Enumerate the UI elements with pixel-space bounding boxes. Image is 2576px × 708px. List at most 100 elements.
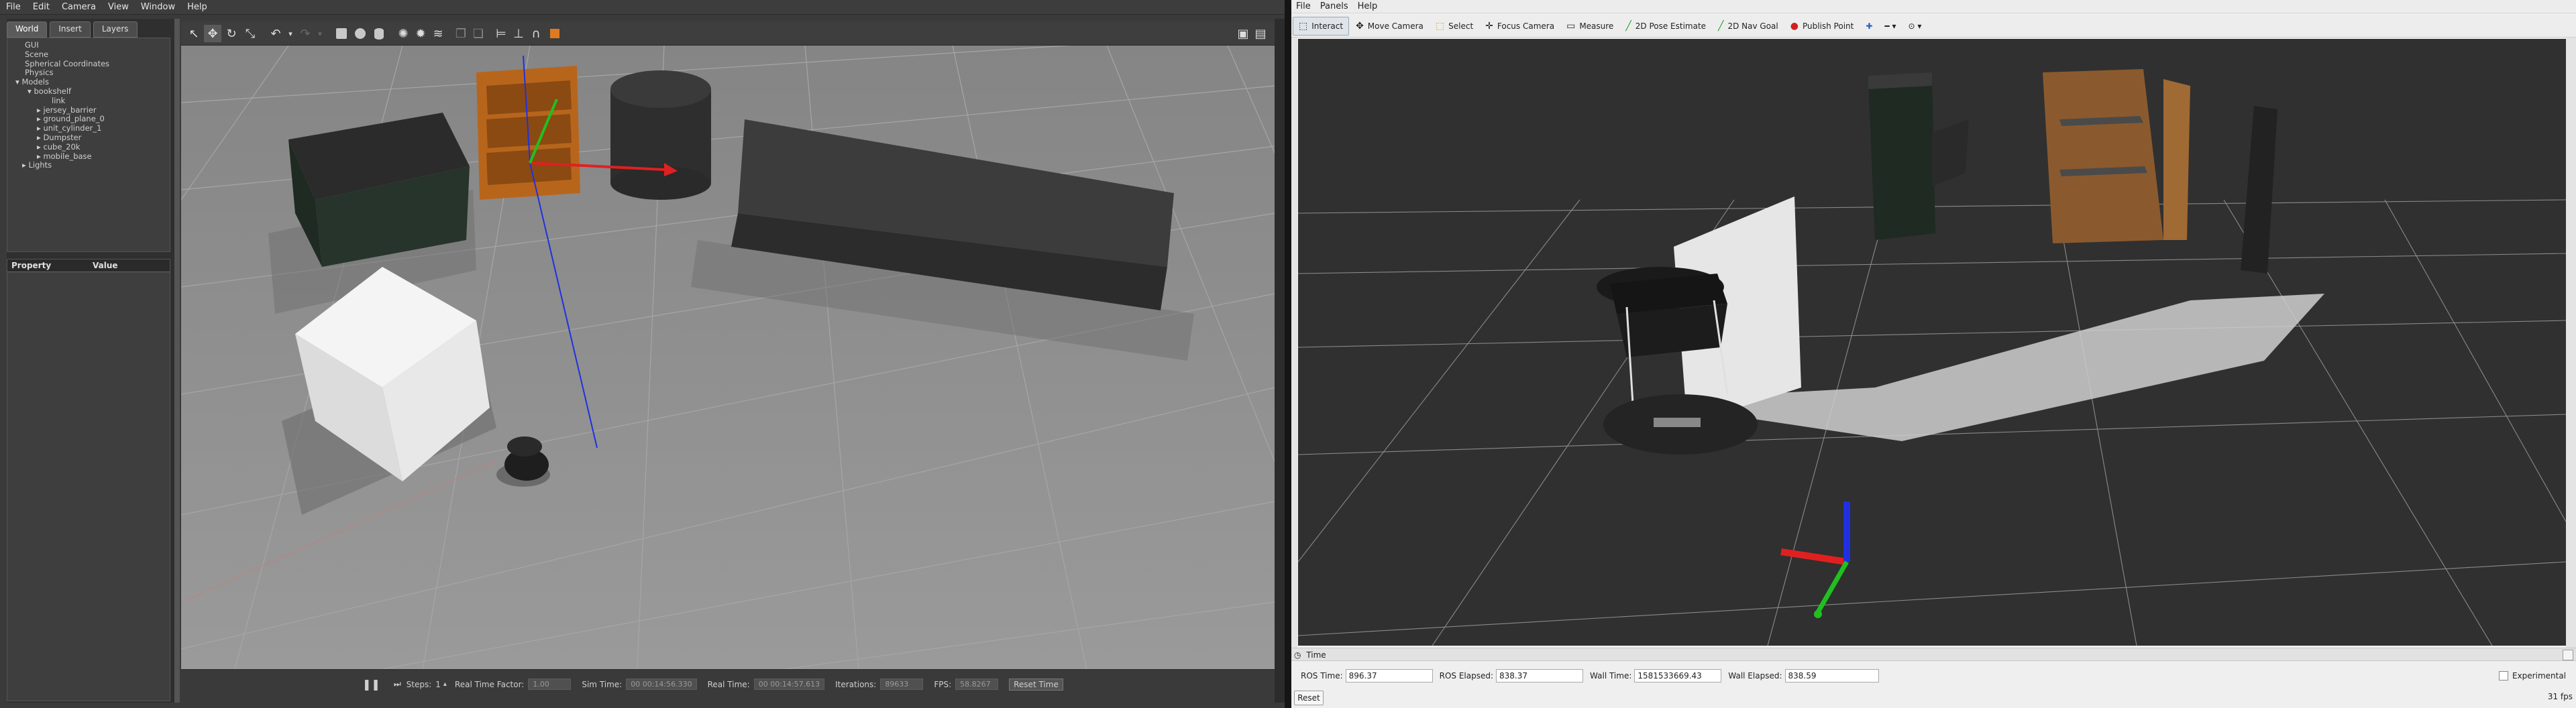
spot-light-icon[interactable]: ✹ — [412, 25, 429, 42]
menu-camera[interactable]: Camera — [56, 2, 102, 12]
tree-item-unit-cylinder[interactable]: ▸ unit_cylinder_1 — [7, 123, 170, 133]
pause-icon[interactable]: ❚❚ — [362, 678, 380, 691]
snap-icon[interactable]: ⊥ — [510, 25, 527, 42]
box-shape-icon[interactable] — [333, 25, 350, 42]
tree-item-link[interactable]: link — [7, 96, 170, 106]
align-icon[interactable]: ⊨ — [492, 25, 510, 42]
cylinder-model[interactable] — [610, 70, 711, 200]
tree-item-bookshelf[interactable]: ▾ bookshelf — [7, 86, 170, 97]
step-icon[interactable]: ⏭ — [394, 679, 401, 689]
menu-file[interactable]: File — [1291, 1, 1316, 11]
menu-edit[interactable]: Edit — [27, 2, 56, 12]
ros-time-field[interactable]: 896.37 — [1345, 669, 1433, 683]
gazebo-right-edge — [1275, 19, 1285, 703]
steps-value[interactable]: 1 — [435, 680, 441, 689]
rtf-value: 1.00 — [528, 678, 572, 690]
time-fields: ROS Time: 896.37 ROS Elapsed: 838.37 Wal… — [1294, 668, 1879, 684]
menu-help[interactable]: Help — [181, 2, 213, 12]
property-panel: Property Value — [7, 259, 170, 701]
translate-mode-icon[interactable]: ✥ — [204, 25, 221, 42]
cylinder-shape-icon[interactable] — [370, 25, 388, 42]
focus-camera-icon: ✛ — [1485, 20, 1493, 32]
experimental-checkbox[interactable]: Experimental — [2499, 669, 2566, 683]
nav-goal-tool[interactable]: ╱ 2D Nav Goal — [1713, 17, 1784, 35]
window-separator — [1285, 0, 1291, 708]
measure-tool[interactable]: ▭ Measure — [1561, 17, 1619, 35]
point-light-icon[interactable]: ✺ — [394, 25, 412, 42]
change-view-icon[interactable] — [546, 25, 564, 42]
ros-elapsed-field[interactable]: 838.37 — [1496, 669, 1584, 683]
tree-item-models[interactable]: ▾ Models — [7, 77, 170, 87]
steps-dropdown-icon[interactable]: ▴ — [443, 681, 447, 688]
gazebo-3d-viewport[interactable] — [181, 46, 1275, 669]
scale-mode-icon[interactable]: ⤡ — [241, 25, 259, 42]
wall-time-field[interactable]: 1581533669.43 — [1634, 669, 1722, 683]
redo-dropdown-icon[interactable]: ▾ — [311, 25, 329, 42]
tab-insert[interactable]: Insert — [50, 21, 91, 38]
pose-estimate-tool[interactable]: ╱ 2D Pose Estimate — [1620, 17, 1711, 35]
paste-icon[interactable]: ❏ — [470, 25, 487, 42]
gazebo-window: File Edit Camera View Window Help World … — [0, 0, 1285, 708]
gazebo-status-bar: ❚❚ ⏭ Steps: 1 ▴ Real Time Factor: 1.00 S… — [181, 669, 1275, 699]
menu-help[interactable]: Help — [1353, 1, 1383, 11]
select-mode-icon[interactable]: ↖ — [185, 25, 203, 42]
sphere-shape-icon[interactable] — [352, 25, 369, 42]
fps-label: FPS: — [934, 679, 952, 689]
left-dock-handle[interactable] — [1291, 38, 1297, 648]
time-panel: ◷ Time ROS Time: 896.37 ROS Elapsed: 838… — [1291, 648, 2576, 708]
focus-camera-tool[interactable]: ✛ Focus Camera — [1480, 17, 1560, 35]
menu-panels[interactable]: Panels — [1316, 1, 1353, 11]
tree-item-mobile-base[interactable]: ▸ mobile_base — [7, 152, 170, 162]
tree-item-physics[interactable]: Physics — [7, 68, 170, 78]
interact-icon: ⬚ — [1299, 20, 1308, 32]
tab-layers[interactable]: Layers — [93, 21, 138, 38]
select-tool[interactable]: ⬚ Select — [1430, 17, 1479, 35]
rotate-mode-icon[interactable]: ↻ — [223, 25, 240, 42]
publish-point-tool[interactable]: ● Publish Point — [1785, 17, 1860, 35]
property-column-header[interactable]: Property — [7, 259, 89, 272]
value-column-header[interactable]: Value — [89, 259, 170, 272]
wall-elapsed-field[interactable]: 838.59 — [1784, 669, 1879, 683]
close-panel-icon[interactable] — [2563, 650, 2573, 660]
nav-goal-icon: ╱ — [1718, 20, 1724, 32]
screenshot-icon[interactable]: ▣ — [1234, 25, 1252, 42]
remove-tool-icon[interactable]: ━ ▾ — [1879, 17, 1901, 35]
gazebo-menubar: File Edit Camera View Window Help — [0, 0, 1285, 15]
panel-splitter[interactable] — [174, 19, 180, 703]
sim-time-label: Sim Time: — [582, 679, 623, 689]
gazebo-scene[interactable] — [181, 46, 1275, 669]
magnet-icon[interactable]: ∩ — [527, 25, 545, 42]
rviz-scene[interactable] — [1298, 39, 2566, 646]
sim-time-value: 00 00:14:56.330 — [626, 678, 697, 690]
add-tool-icon[interactable]: ✚ — [1860, 17, 1878, 35]
menu-window[interactable]: Window — [135, 2, 181, 12]
iterations-value: 89633 — [880, 678, 924, 690]
tree-item-ground-plane[interactable]: ▸ ground_plane_0 — [7, 114, 170, 124]
bookshelf-model[interactable] — [2043, 69, 2190, 243]
menu-file[interactable]: File — [0, 2, 27, 12]
publish-point-icon: ● — [1790, 20, 1799, 32]
menu-view[interactable]: View — [102, 2, 135, 12]
copy-icon[interactable]: ❐ — [452, 25, 470, 42]
tree-item-jersey-barrier[interactable]: ▸ jersey_barrier — [7, 105, 170, 115]
interact-tool[interactable]: ⬚ Interact — [1293, 16, 1350, 36]
real-time-value: 00 00:14:57.613 — [753, 678, 825, 690]
directional-light-icon[interactable]: ≋ — [429, 25, 447, 42]
tree-item-lights[interactable]: ▸ Lights — [7, 160, 170, 170]
tab-world[interactable]: World — [7, 21, 48, 38]
tree-item-dumpster[interactable]: ▸ Dumpster — [7, 133, 170, 143]
log-icon[interactable]: ▤ — [1252, 25, 1269, 42]
real-time-label: Real Time: — [707, 679, 750, 689]
rviz-3d-viewport[interactable] — [1298, 39, 2566, 646]
rtf-label: Real Time Factor: — [454, 679, 525, 689]
reset-time-button[interactable]: Reset Time — [1009, 678, 1063, 691]
tool-properties-icon[interactable]: ⊙ ▾ — [1902, 17, 1927, 35]
checkbox-icon[interactable] — [2499, 671, 2508, 681]
move-camera-tool[interactable]: ✥ Move Camera — [1350, 17, 1429, 35]
tree-item-cube[interactable]: ▸ cube_20k — [7, 142, 170, 152]
reset-button[interactable]: Reset — [1294, 691, 1324, 705]
right-dock-handle[interactable] — [2566, 38, 2576, 648]
tree-item-spherical-coordinates[interactable]: Spherical Coordinates — [7, 59, 170, 69]
tree-item-scene[interactable]: Scene — [7, 50, 170, 60]
tree-item-gui[interactable]: GUI — [7, 40, 170, 50]
